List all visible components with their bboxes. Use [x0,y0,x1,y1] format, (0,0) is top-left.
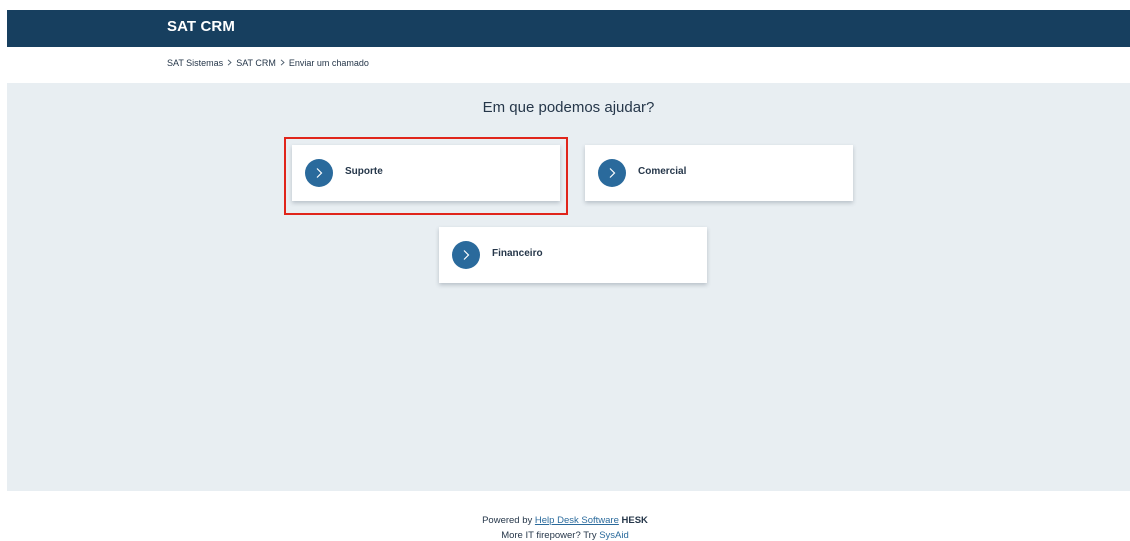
chevron-right-icon [452,241,480,269]
hesk-brand: HESK [621,515,648,526]
footer-powered-by: Powered by Help Desk Software HESK [0,515,1130,526]
footer-promo-prefix: More IT firepower? Try [501,530,600,541]
chevron-right-icon [305,159,333,187]
footer-promo: More IT firepower? Try SysAid [0,530,1130,541]
page-title: Em que podemos ajudar? [482,99,655,116]
app-title[interactable]: SAT CRM [167,18,235,35]
main-content: Em que podemos ajudar? Suporte Comercial… [7,83,1130,491]
top-header: SAT CRM [7,10,1130,47]
category-label-suporte: Suporte [345,166,383,177]
footer-powered-prefix: Powered by [482,515,535,526]
category-label-financeiro: Financeiro [492,248,543,259]
chevron-right-icon [598,159,626,187]
sysaid-link[interactable]: SysAid [599,530,629,541]
breadcrumb-item-sat-crm[interactable]: SAT CRM [236,58,276,68]
breadcrumb-separator-icon [227,58,232,68]
breadcrumb-item-sat-sistemas[interactable]: SAT Sistemas [167,58,223,68]
breadcrumb-separator-icon [280,58,285,68]
category-card-suporte[interactable]: Suporte [292,145,560,201]
breadcrumb: SAT Sistemas SAT CRM Enviar um chamado [167,58,369,68]
category-label-comercial: Comercial [638,166,687,177]
breadcrumb-item-current: Enviar um chamado [288,58,369,68]
category-card-financeiro[interactable]: Financeiro [439,227,707,283]
category-card-comercial[interactable]: Comercial [585,145,853,201]
help-desk-software-link[interactable]: Help Desk Software [535,515,619,526]
